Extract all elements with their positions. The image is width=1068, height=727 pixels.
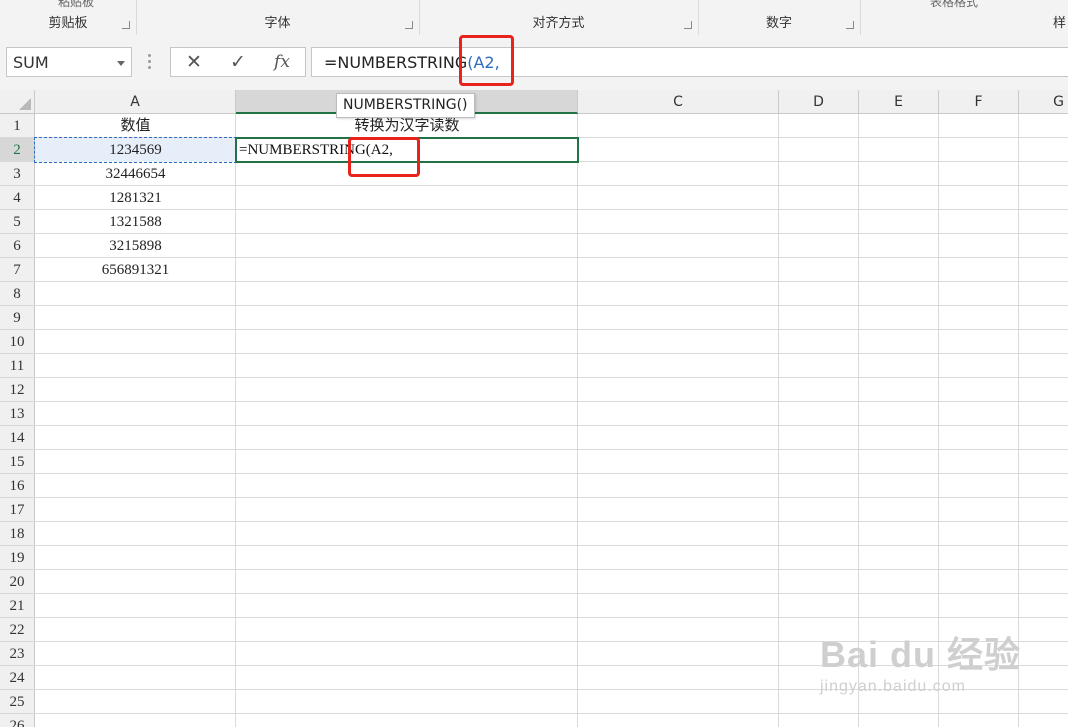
row-header[interactable]: 13 bbox=[0, 402, 35, 426]
column-header-e[interactable]: E bbox=[859, 90, 939, 114]
annotation-highlight-box bbox=[348, 137, 420, 177]
row-header[interactable]: 23 bbox=[0, 642, 35, 666]
column-header-d[interactable]: D bbox=[779, 90, 859, 114]
row-gridline bbox=[35, 521, 1068, 522]
row-header[interactable]: 15 bbox=[0, 450, 35, 474]
row-header[interactable]: 21 bbox=[0, 594, 35, 618]
column-header-f[interactable]: F bbox=[939, 90, 1019, 114]
formula-input[interactable]: =NUMBERSTRING(A2, bbox=[311, 47, 1068, 77]
dialog-launcher-icon[interactable] bbox=[684, 21, 692, 29]
row-gridline bbox=[35, 353, 1068, 354]
row-gridline bbox=[35, 617, 1068, 618]
ribbon-group-label: 数字 bbox=[765, 16, 792, 31]
row-header[interactable]: 19 bbox=[0, 546, 35, 570]
row-gridline bbox=[35, 593, 1068, 594]
row-header[interactable]: 12 bbox=[0, 378, 35, 402]
cell-a6[interactable]: 3215898 bbox=[35, 234, 236, 258]
formula-bar-row: SUM ✕ ✓ fx =NUMBERSTRING(A2, bbox=[0, 35, 1068, 90]
row-header[interactable]: 3 bbox=[0, 162, 35, 186]
row-gridline bbox=[35, 305, 1068, 306]
cell-a3[interactable]: 32446654 bbox=[35, 162, 236, 186]
select-all-corner[interactable] bbox=[0, 90, 35, 114]
enter-icon[interactable]: ✓ bbox=[223, 51, 253, 73]
row-gridline bbox=[35, 425, 1068, 426]
row-header[interactable]: 11 bbox=[0, 354, 35, 378]
row-gridline bbox=[35, 545, 1068, 546]
row-header[interactable]: 9 bbox=[0, 306, 35, 330]
row-header[interactable]: 8 bbox=[0, 282, 35, 306]
row-gridline bbox=[35, 377, 1068, 378]
dialog-launcher-icon[interactable] bbox=[122, 21, 130, 29]
cell-a7[interactable]: 656891321 bbox=[35, 258, 236, 282]
row-gridline bbox=[35, 497, 1068, 498]
annotation-highlight-box bbox=[459, 35, 514, 86]
select-all-icon bbox=[19, 98, 31, 110]
row-header[interactable]: 5 bbox=[0, 210, 35, 234]
row-header[interactable]: 20 bbox=[0, 570, 35, 594]
cell-a1[interactable]: 数值 bbox=[35, 114, 236, 138]
ribbon-group-alignment: 对齐方式 bbox=[419, 0, 699, 35]
dialog-launcher-icon[interactable] bbox=[846, 21, 854, 29]
row-gridline bbox=[35, 473, 1068, 474]
column-gridline bbox=[778, 114, 779, 727]
watermark-brand: Bai du 经验 bbox=[820, 634, 1022, 675]
row-header[interactable]: 2 bbox=[0, 138, 35, 162]
row-gridline bbox=[35, 449, 1068, 450]
row-header[interactable]: 7 bbox=[0, 258, 35, 282]
cell-a2[interactable]: 1234569 bbox=[35, 138, 236, 162]
row-gridline bbox=[35, 569, 1068, 570]
ribbon-group-number: 数字 bbox=[698, 0, 861, 35]
row-header[interactable]: 17 bbox=[0, 498, 35, 522]
ribbon-group-clipboard: 剪贴板 bbox=[0, 0, 137, 35]
name-box-value: SUM bbox=[13, 53, 49, 72]
ribbon: 粘贴板 表格格式 剪贴板 字体 对齐方式 数字 样 bbox=[0, 0, 1068, 36]
row-gridline bbox=[35, 401, 1068, 402]
function-tooltip[interactable]: NUMBERSTRING() bbox=[336, 93, 475, 118]
drag-handle-icon[interactable] bbox=[148, 54, 152, 70]
row-header[interactable]: 4 bbox=[0, 186, 35, 210]
chevron-down-icon[interactable] bbox=[117, 61, 125, 66]
ribbon-group-partial: 样 bbox=[1000, 0, 1068, 35]
watermark-url: jingyan.baidu.com bbox=[820, 678, 966, 695]
row-header[interactable]: 16 bbox=[0, 474, 35, 498]
column-gridline bbox=[577, 114, 578, 727]
row-header[interactable]: 6 bbox=[0, 234, 35, 258]
column-header-g[interactable]: G bbox=[1019, 90, 1068, 114]
ribbon-group-label: 字体 bbox=[264, 16, 291, 31]
dialog-launcher-icon[interactable] bbox=[405, 21, 413, 29]
cancel-icon[interactable]: ✕ bbox=[179, 51, 209, 73]
ribbon-group-styles bbox=[860, 0, 1000, 35]
formula-buttons: ✕ ✓ fx bbox=[170, 47, 306, 77]
ribbon-group-label: 样 bbox=[1052, 16, 1066, 31]
cell-a4[interactable]: 1281321 bbox=[35, 186, 236, 210]
ribbon-group-label: 剪贴板 bbox=[48, 16, 88, 31]
row-gridline bbox=[35, 329, 1068, 330]
row-header[interactable]: 26 bbox=[0, 714, 35, 727]
column-header-a[interactable]: A bbox=[35, 90, 236, 114]
row-header[interactable]: 14 bbox=[0, 426, 35, 450]
row-header[interactable]: 22 bbox=[0, 618, 35, 642]
name-box[interactable]: SUM bbox=[6, 47, 132, 77]
cell-a5[interactable]: 1321588 bbox=[35, 210, 236, 234]
row-header[interactable]: 1 bbox=[0, 114, 35, 138]
row-header[interactable]: 10 bbox=[0, 330, 35, 354]
baidu-watermark: Bai du 经验 jingyan.baidu.com bbox=[820, 622, 1060, 722]
row-header[interactable]: 25 bbox=[0, 690, 35, 714]
formula-prefix: =NUMBERSTRING bbox=[324, 53, 468, 72]
insert-function-icon[interactable]: fx bbox=[267, 51, 297, 73]
ribbon-group-font: 字体 bbox=[136, 0, 420, 35]
row-header[interactable]: 24 bbox=[0, 666, 35, 690]
column-header-c[interactable]: C bbox=[578, 90, 779, 114]
ribbon-group-label: 对齐方式 bbox=[532, 16, 585, 31]
row-header[interactable]: 18 bbox=[0, 522, 35, 546]
